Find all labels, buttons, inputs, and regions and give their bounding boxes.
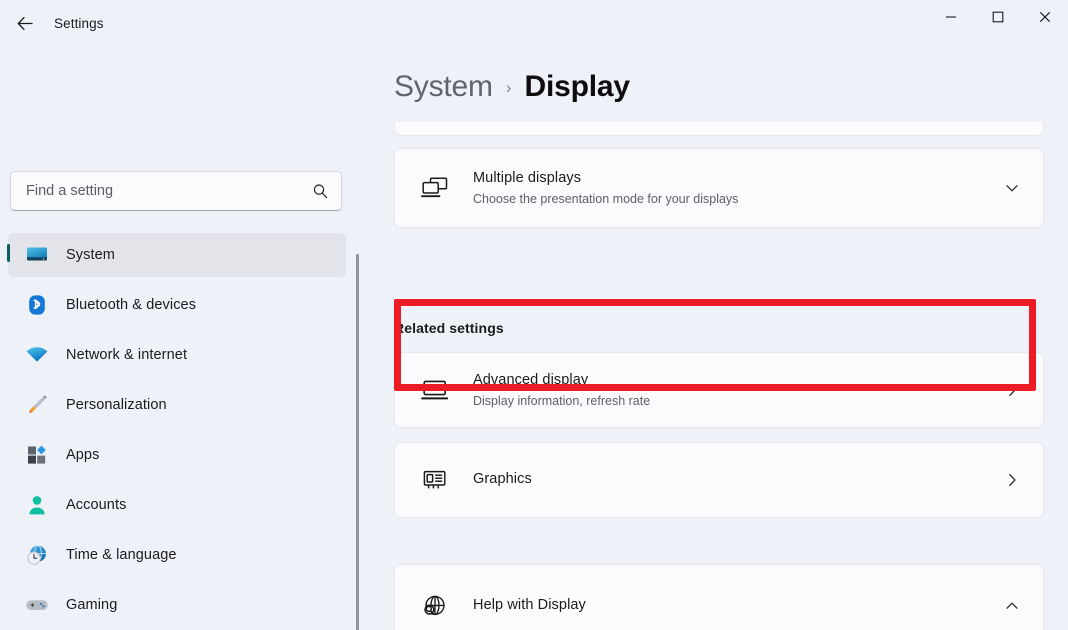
page-title: Display xyxy=(525,70,630,104)
maximize-button[interactable] xyxy=(974,0,1021,34)
breadcrumb: System › Display xyxy=(394,64,1068,122)
sidebar-item-label: System xyxy=(66,247,115,263)
person-icon xyxy=(24,493,50,517)
chevron-up-icon[interactable] xyxy=(999,593,1025,619)
sidebar-item-gaming[interactable]: Gaming xyxy=(8,583,346,627)
sidebar-item-network-internet[interactable]: Network & internet xyxy=(8,333,346,377)
breadcrumb-parent[interactable]: System xyxy=(394,70,493,104)
card-title: Advanced display xyxy=(473,372,588,388)
section-label-related-settings: Related settings xyxy=(394,320,504,336)
card-title: Multiple displays xyxy=(473,170,581,186)
close-button[interactable] xyxy=(1021,0,1068,34)
card-subtitle: Display information, refresh rate xyxy=(473,393,999,409)
single-display-icon xyxy=(417,372,453,408)
chevron-right-icon[interactable] xyxy=(999,377,1025,403)
sidebar-item-personalization[interactable]: Personalization xyxy=(8,383,346,427)
sidebar-item-label: Time & language xyxy=(66,547,177,563)
sidebar-item-accounts[interactable]: Accounts xyxy=(8,483,346,527)
minimize-button[interactable] xyxy=(927,0,974,34)
sidebar-item-label: Accounts xyxy=(66,497,126,513)
card-advanced-display[interactable]: Advanced display Display information, re… xyxy=(394,352,1044,428)
card-subtitle: Choose the presentation mode for your di… xyxy=(473,191,999,207)
card-text-block: Help with Display xyxy=(473,596,999,616)
back-button[interactable] xyxy=(6,7,44,39)
card-help-with-display[interactable]: Help with Display xyxy=(394,564,1044,630)
apps-icon xyxy=(24,443,50,467)
breadcrumb-separator-icon: › xyxy=(506,78,512,98)
title-bar: Settings xyxy=(0,0,1068,46)
sidebar-item-time-language[interactable]: Time & language xyxy=(8,533,346,577)
wifi-icon xyxy=(24,343,50,367)
sidebar-item-label: Network & internet xyxy=(66,347,187,363)
brush-icon xyxy=(24,393,50,417)
sidebar-item-label: Apps xyxy=(66,447,99,463)
sidebar: System Bluetooth & devices xyxy=(0,46,358,630)
search-icon xyxy=(312,183,329,200)
search-input[interactable] xyxy=(26,183,312,199)
bluetooth-icon xyxy=(24,293,50,317)
graphics-card-icon xyxy=(417,462,453,498)
sidebar-item-bluetooth-devices[interactable]: Bluetooth & devices xyxy=(8,283,346,327)
gamepad-icon xyxy=(24,593,50,617)
sidebar-item-system[interactable]: System xyxy=(8,233,346,277)
sidebar-item-label: Personalization xyxy=(66,397,167,413)
card-multiple-displays[interactable]: Multiple displays Choose the presentatio… xyxy=(394,148,1044,228)
card-title: Help with Display xyxy=(473,597,586,613)
card-text-block: Advanced display Display information, re… xyxy=(473,371,999,409)
chevron-right-icon[interactable] xyxy=(999,467,1025,493)
sidebar-scrollbar-thumb[interactable] xyxy=(356,254,359,630)
monitor-icon xyxy=(24,243,50,267)
sidebar-item-label: Bluetooth & devices xyxy=(66,297,196,313)
sidebar-nav: System Bluetooth & devices xyxy=(0,233,358,630)
sidebar-item-apps[interactable]: Apps xyxy=(8,433,346,477)
card-text-block: Multiple displays Choose the presentatio… xyxy=(473,169,999,207)
card-graphics[interactable]: Graphics xyxy=(394,442,1044,518)
multiple-displays-icon xyxy=(417,170,453,206)
clock-globe-icon xyxy=(24,543,50,567)
chevron-down-icon[interactable] xyxy=(999,175,1025,201)
settings-scroll-area: Multiple displays Choose the presentatio… xyxy=(358,122,1068,630)
search-box[interactable] xyxy=(10,171,342,211)
search-container xyxy=(10,171,342,211)
sidebar-item-label: Gaming xyxy=(66,597,117,613)
card-text-block: Graphics xyxy=(473,470,999,490)
card-title: Graphics xyxy=(473,471,532,487)
help-globe-icon xyxy=(417,588,453,624)
app-title: Settings xyxy=(54,16,104,31)
window-controls xyxy=(927,0,1068,34)
content-pane: System › Display Multiple di xyxy=(358,46,1068,630)
